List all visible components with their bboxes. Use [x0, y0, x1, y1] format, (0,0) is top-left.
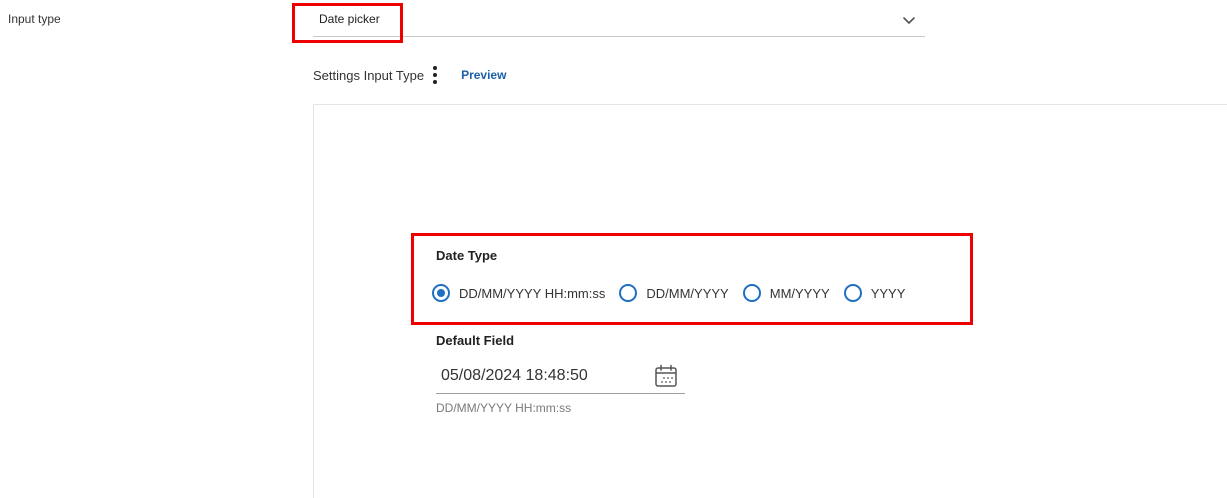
radio-label: DD/MM/YYYY HH:mm:ss — [459, 285, 606, 301]
input-type-value: Date picker — [319, 12, 380, 26]
default-field-input[interactable] — [436, 360, 651, 392]
chevron-down-icon — [903, 17, 915, 24]
radio-button[interactable] — [843, 284, 862, 302]
radio-option-month-year[interactable]: MM/YYYY — [742, 284, 830, 302]
radio-label: DD/MM/YYYY — [646, 285, 729, 301]
radio-option-year[interactable]: YYYY — [843, 284, 906, 302]
calendar-icon[interactable] — [653, 363, 679, 389]
date-type-label: Date Type — [436, 248, 498, 263]
input-type-select[interactable]: Date picker — [313, 4, 925, 37]
radio-button-checked[interactable] — [432, 284, 450, 302]
radio-button[interactable] — [742, 284, 761, 302]
input-type-label: Input type — [8, 12, 61, 26]
radio-option-datetime[interactable]: DD/MM/YYYY HH:mm:ss — [432, 284, 605, 302]
default-field-container — [436, 360, 685, 394]
settings-header: Settings Input Type Preview — [313, 66, 506, 84]
settings-page: Input type Date picker Settings Input Ty… — [0, 0, 1227, 498]
radio-label: MM/YYYY — [769, 285, 830, 301]
radio-label: YYYY — [870, 285, 906, 301]
default-field-label: Default Field — [436, 333, 515, 348]
date-type-radio-group: DD/MM/YYYY HH:mm:ss DD/MM/YYYY MM/YYYY Y… — [432, 282, 919, 304]
more-vert-icon[interactable] — [432, 66, 438, 84]
radio-option-date[interactable]: DD/MM/YYYY — [619, 284, 729, 302]
radio-button[interactable] — [619, 284, 638, 302]
settings-title: Settings Input Type — [313, 67, 425, 83]
preview-link[interactable]: Preview — [461, 68, 506, 82]
default-field-hint: DD/MM/YYYY HH:mm:ss — [436, 401, 572, 415]
